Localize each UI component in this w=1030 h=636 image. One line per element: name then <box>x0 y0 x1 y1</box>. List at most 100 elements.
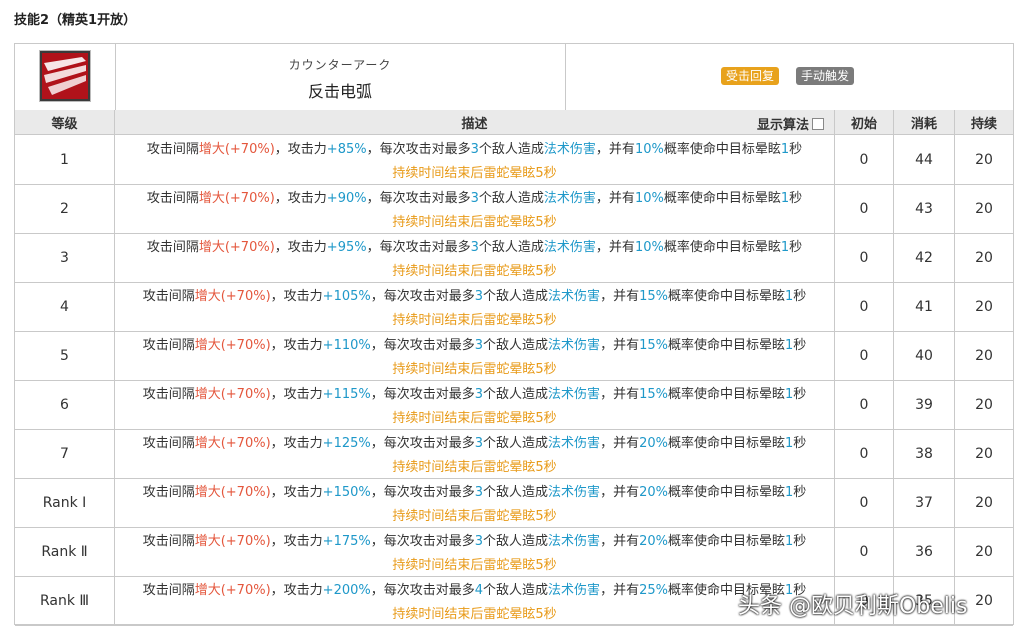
header-desc: 描述 显示算法 <box>115 110 835 134</box>
desc-interval-value: 增大(+70%) <box>194 289 271 304</box>
desc-text: ，并有 <box>595 142 635 157</box>
table-row: 3 攻击间隔增大(+70%)，攻击力+95%，每次攻击对最多3个敌人造成法术伤害，… <box>15 233 1013 283</box>
row-duration: 20 <box>975 494 993 511</box>
desc-damage-type: 法术伤害 <box>543 142 596 157</box>
desc-chance-value: 10% <box>634 142 664 157</box>
row-init: 0 <box>835 331 894 380</box>
row-description: 攻击间隔增大(+70%)，攻击力+85%，每次攻击对最多3个敌人造成法术伤害，并… <box>115 135 835 184</box>
show-algorithm-checkbox[interactable] <box>812 117 824 130</box>
desc-text: ，攻击力 <box>270 289 323 304</box>
desc-atk-value: +110% <box>322 338 371 353</box>
desc-damage-type: 法术伤害 <box>548 289 601 304</box>
desc-text: ，并有 <box>600 436 640 451</box>
desc-text: 秒 <box>793 338 807 353</box>
header-cost: 消耗 <box>894 110 955 134</box>
desc-text: 个敌人造成 <box>483 289 549 304</box>
show-algorithm-toggle[interactable]: 显示算法 <box>757 114 824 133</box>
desc-text: 个敌人造成 <box>478 240 544 255</box>
desc-text: 攻击间隔 <box>146 142 199 157</box>
row-duration: 20 <box>975 249 993 266</box>
row-level: Rank Ⅰ <box>15 478 115 527</box>
desc-chance-value: 20% <box>639 534 668 549</box>
show-algorithm-label: 显示算法 <box>756 118 809 133</box>
table-row: 5 攻击间隔增大(+70%)，攻击力+110%，每次攻击对最多3个敌人造成法术伤害… <box>15 331 1013 381</box>
desc-text: 个敌人造成 <box>478 191 544 206</box>
row-desc-line1: 攻击间隔增大(+70%)，攻击力+125%，每次攻击对最多3个敌人造成法术伤害，… <box>143 432 807 451</box>
skill-icon-cell <box>15 44 116 110</box>
row-desc-line1: 攻击间隔增大(+70%)，攻击力+95%，每次攻击对最多3个敌人造成法术伤害，并… <box>147 236 802 255</box>
desc-targets-value: 3 <box>474 436 484 451</box>
desc-text: 个敌人造成 <box>483 387 549 402</box>
skill-icon <box>40 51 90 101</box>
desc-atk-value: +90% <box>326 191 367 206</box>
desc-text: ，攻击力 <box>274 240 327 255</box>
row-desc-line1: 攻击间隔增大(+70%)，攻击力+115%，每次攻击对最多3个敌人造成法术伤害，… <box>143 383 807 402</box>
row-duration: 20 <box>975 445 993 462</box>
desc-atk-value: +115% <box>322 387 371 402</box>
row-cost: 36 <box>894 527 955 576</box>
row-cost: 41 <box>894 282 955 331</box>
desc-text: ，每次攻击对最多 <box>370 583 475 598</box>
header-init: 初始 <box>835 110 894 134</box>
desc-targets-value: 3 <box>470 191 479 206</box>
desc-chance-value: 25% <box>639 583 668 598</box>
desc-text: ，攻击力 <box>270 583 323 598</box>
desc-atk-value: +175% <box>322 534 371 549</box>
watermark: 头条 @欧贝利斯Obelis <box>738 594 968 619</box>
row-desc-line2: 持续时间结束后雷蛇晕眩5秒 <box>392 215 557 230</box>
desc-damage-type: 法术伤害 <box>548 485 601 500</box>
desc-text: 秒 <box>789 142 803 157</box>
desc-targets-value: 3 <box>474 289 484 304</box>
desc-text: ，每次攻击对最多 <box>370 289 475 304</box>
row-init: 0 <box>835 380 894 429</box>
desc-chance-value: 10% <box>634 240 664 255</box>
desc-text: ，每次攻击对最多 <box>370 436 475 451</box>
desc-text: ，并有 <box>600 534 640 549</box>
skill-name-cell: カウンターアーク 反击电弧 <box>115 44 566 110</box>
desc-interval-value: 增大(+70%) <box>198 191 275 206</box>
row-init: 0 <box>835 282 894 331</box>
desc-text: 个敌人造成 <box>478 142 544 157</box>
desc-text: ，并有 <box>600 485 640 500</box>
skill-header: カウンターアーク 反击电弧 受击回复 手动触发 <box>15 44 1013 111</box>
row-desc-line1: 攻击间隔增大(+70%)，攻击力+175%，每次攻击对最多3个敌人造成法术伤害，… <box>143 530 807 549</box>
row-cost: 43 <box>894 184 955 233</box>
desc-text: 攻击间隔 <box>142 387 195 402</box>
row-level: 3 <box>15 233 115 282</box>
row-description: 攻击间隔增大(+70%)，攻击力+95%，每次攻击对最多3个敌人造成法术伤害，并… <box>115 233 835 282</box>
table-row: 2 攻击间隔增大(+70%)，攻击力+90%，每次攻击对最多3个敌人造成法术伤害，… <box>15 184 1013 234</box>
row-cost: 37 <box>894 478 955 527</box>
table-row: Rank Ⅰ 攻击间隔增大(+70%)，攻击力+150%，每次攻击对最多3个敌人造… <box>15 478 1013 528</box>
desc-text: ，每次攻击对最多 <box>370 485 475 500</box>
desc-text: 秒 <box>793 436 807 451</box>
desc-text: ，攻击力 <box>270 436 323 451</box>
desc-damage-type: 法术伤害 <box>543 240 596 255</box>
desc-text: ，并有 <box>600 338 640 353</box>
row-desc-line1: 攻击间隔增大(+70%)，攻击力+85%，每次攻击对最多3个敌人造成法术伤害，并… <box>147 138 802 157</box>
desc-text: 概率使命中目标晕眩 <box>667 534 785 549</box>
desc-atk-value: +105% <box>322 289 371 304</box>
desc-text: 概率使命中目标晕眩 <box>667 436 785 451</box>
header-level: 等级 <box>15 110 115 134</box>
desc-damage-type: 法术伤害 <box>548 387 601 402</box>
row-desc-line2: 持续时间结束后雷蛇晕眩5秒 <box>392 411 557 426</box>
row-duration: 20 <box>975 298 993 315</box>
desc-text: ，攻击力 <box>274 191 327 206</box>
table-header-row: 等级 描述 显示算法 初始 消耗 持续 <box>15 110 1013 135</box>
desc-targets-value: 3 <box>470 142 479 157</box>
desc-text: ，每次攻击对最多 <box>366 142 471 157</box>
row-desc-line1: 攻击间隔增大(+70%)，攻击力+90%，每次攻击对最多3个敌人造成法术伤害，并… <box>147 187 802 206</box>
desc-chance-value: 15% <box>639 338 668 353</box>
row-init: 0 <box>835 527 894 576</box>
row-description: 攻击间隔增大(+70%)，攻击力+105%，每次攻击对最多3个敌人造成法术伤害，… <box>115 282 835 331</box>
desc-targets-value: 3 <box>474 534 484 549</box>
row-cost: 39 <box>894 380 955 429</box>
desc-damage-type: 法术伤害 <box>548 534 601 549</box>
desc-damage-type: 法术伤害 <box>543 191 596 206</box>
desc-interval-value: 增大(+70%) <box>194 485 271 500</box>
desc-text: 攻击间隔 <box>142 436 195 451</box>
desc-text: 概率使命中目标晕眩 <box>663 142 781 157</box>
row-level: Rank Ⅱ <box>15 527 115 576</box>
skill-tags-cell: 受击回复 手动触发 <box>566 44 1013 110</box>
row-desc-line2: 持续时间结束后雷蛇晕眩5秒 <box>392 607 557 622</box>
